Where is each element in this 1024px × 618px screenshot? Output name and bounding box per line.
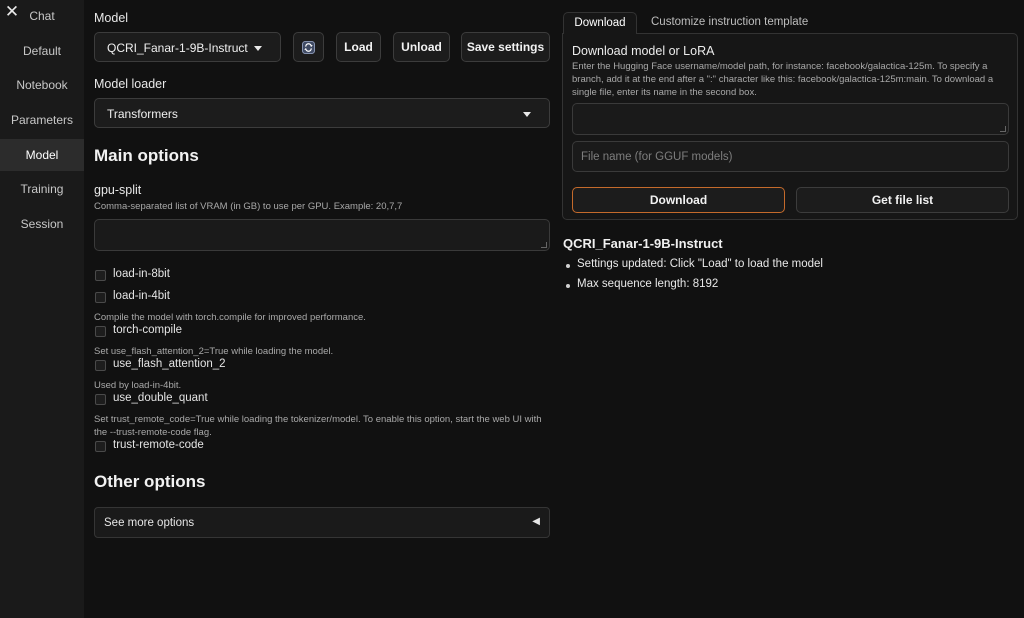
main-options-heading: Main options — [94, 146, 199, 165]
tab-download[interactable]: Download — [563, 12, 637, 34]
model-label: Model — [94, 11, 129, 25]
use-double-quant-label: use_double_quant — [113, 392, 208, 404]
model-dropdown[interactable]: QCRI_Fanar-1-9B-Instruct — [94, 32, 281, 62]
sidebar-item-session[interactable]: Session — [0, 208, 84, 240]
trust-remote-code-label: trust-remote-code — [113, 439, 204, 451]
save-settings-button[interactable]: Save settings — [461, 32, 550, 62]
use-double-quant-checkbox[interactable] — [95, 394, 106, 405]
refresh-button[interactable] — [293, 32, 324, 62]
sidebar-item-model[interactable]: Model — [0, 139, 84, 171]
sidebar-item-default[interactable]: Default — [0, 35, 84, 67]
load-in-4bit-label: load-in-4bit — [113, 290, 170, 302]
load-in-4bit-checkbox[interactable] — [95, 292, 106, 303]
load-in-8bit-label: load-in-8bit — [113, 268, 170, 280]
trust-remote-code-checkbox[interactable] — [95, 441, 106, 452]
file-name-placeholder: File name (for GGUF models) — [581, 151, 733, 163]
sidebar-item-notebook[interactable]: Notebook — [0, 69, 84, 101]
model-dropdown-value: QCRI_Fanar-1-9B-Instruct — [107, 41, 248, 55]
model-loader-label: Model loader — [94, 77, 167, 91]
double-quant-hint: Used by load-in-4bit. — [94, 380, 182, 391]
gpu-split-hint: Comma-separated list of VRAM (in GB) to … — [94, 201, 403, 212]
caret-left-icon: ◀ — [532, 516, 540, 527]
sidebar-item-chat[interactable]: Chat — [0, 0, 84, 32]
status-item-settings: Settings updated: Click "Load" to load t… — [566, 258, 823, 270]
flash-attention-hint: Set use_flash_attention_2=True while loa… — [94, 346, 334, 357]
unload-button[interactable]: Unload — [393, 32, 450, 62]
torch-compile-hint: Compile the model with torch.compile for… — [94, 312, 366, 323]
resize-handle-icon[interactable] — [1000, 126, 1006, 132]
sidebar-item-parameters[interactable]: Parameters — [0, 104, 84, 136]
download-title: Download model or LoRA — [572, 44, 715, 58]
use-flash-attention-2-label: use_flash_attention_2 — [113, 358, 226, 370]
model-loader-dropdown[interactable]: Transformers — [94, 98, 550, 128]
status-item-max-seq: Max sequence length: 8192 — [565, 278, 719, 290]
model-loader-value: Transformers — [107, 107, 178, 121]
download-button[interactable]: Download — [572, 187, 785, 213]
chevron-down-icon — [523, 112, 531, 117]
load-in-8bit-checkbox[interactable] — [95, 270, 106, 281]
model-path-input[interactable] — [572, 103, 1009, 135]
torch-compile-checkbox[interactable] — [95, 326, 106, 337]
refresh-icon — [302, 41, 315, 54]
tab-customize-instruction-template[interactable]: Customize instruction template — [651, 12, 808, 34]
download-description: Enter the Hugging Face username/model pa… — [572, 61, 994, 98]
gpu-split-input[interactable] — [94, 219, 550, 251]
resize-handle-icon[interactable] — [541, 242, 547, 248]
see-more-options-accordion[interactable]: See more options ◀ — [94, 507, 550, 538]
other-options-heading: Other options — [94, 472, 206, 491]
torch-compile-label: torch-compile — [113, 324, 183, 336]
file-name-input[interactable]: File name (for GGUF models) — [572, 141, 1009, 172]
see-more-options-label: See more options — [104, 517, 195, 529]
load-button[interactable]: Load — [336, 32, 381, 62]
sidebar: ✕ Chat Default Notebook Parameters Model… — [0, 0, 84, 618]
sidebar-item-training[interactable]: Training — [0, 173, 84, 205]
chevron-down-icon — [254, 46, 262, 51]
trust-remote-code-hint: Set trust_remote_code=True while loading… — [94, 414, 542, 438]
status-model-name: QCRI_Fanar-1-9B-Instruct — [563, 236, 723, 251]
get-file-list-button[interactable]: Get file list — [796, 187, 1009, 213]
use-flash-attention-2-checkbox[interactable] — [95, 360, 106, 371]
gpu-split-label: gpu-split — [94, 183, 142, 197]
